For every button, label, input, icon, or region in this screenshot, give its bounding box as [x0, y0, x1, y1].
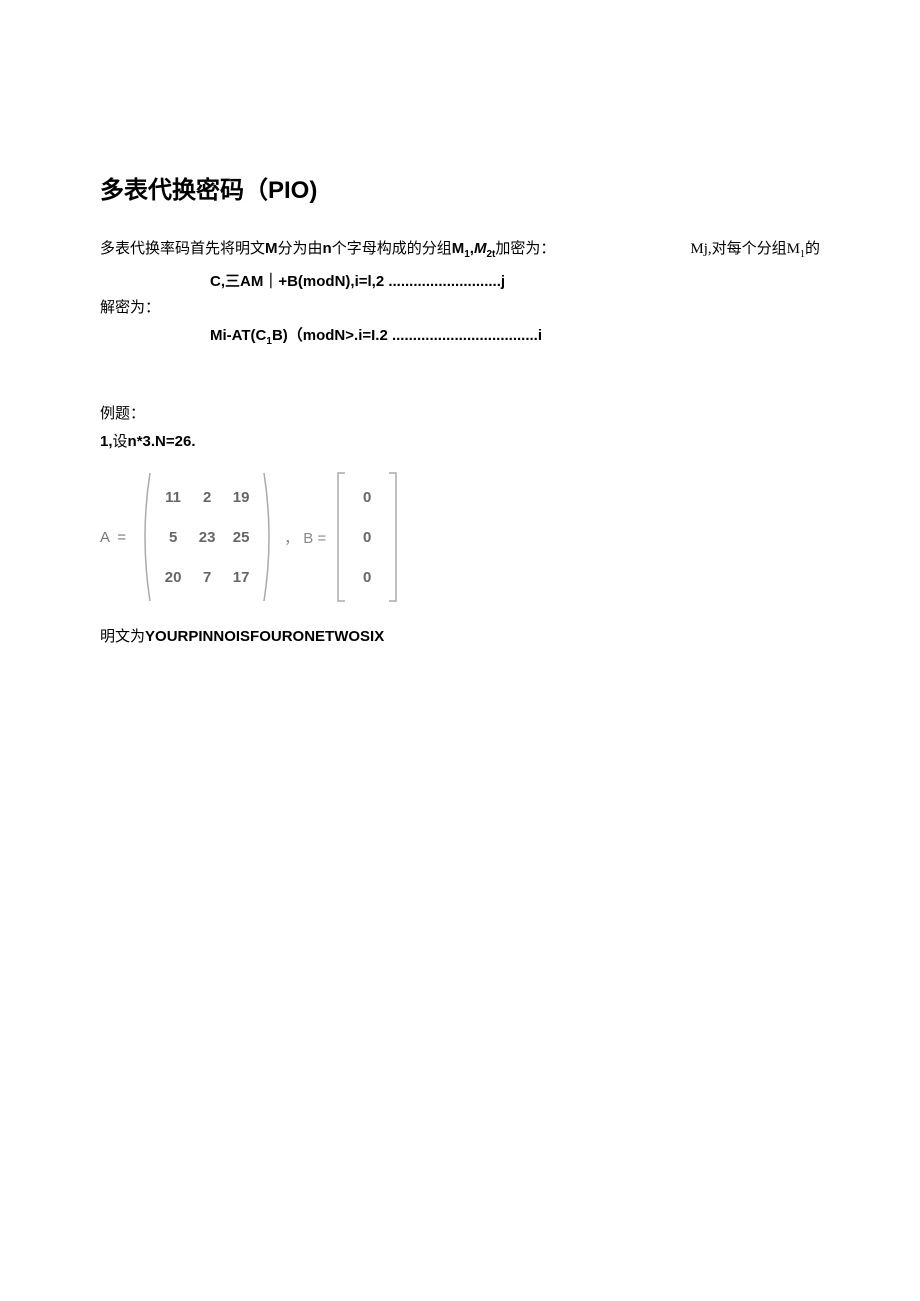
- plaintext-line: 明文为YOURPINNOISFOURONETWOSIX: [100, 623, 820, 651]
- cell: 0: [363, 529, 371, 546]
- matrix-A-cells: 11 2 19 5 23 25 20 7 17: [152, 471, 262, 603]
- cell: 0: [363, 569, 371, 586]
- cell: 20: [165, 569, 182, 586]
- right-paren-icon: [262, 471, 276, 603]
- cell: 0: [363, 489, 371, 506]
- matrix-A: 11 2 19 5 23 25 20 7 17: [138, 471, 276, 603]
- intro-right-Mj: Mj,: [690, 241, 711, 257]
- matrix-separator: ， B =: [276, 527, 334, 548]
- intro-text-1: 多表代换率码首先将明文: [100, 241, 265, 257]
- cell: 7: [203, 569, 211, 586]
- left-paren-icon: [138, 471, 152, 603]
- intro-right-M: M: [787, 241, 800, 257]
- intro-bold-M2: M: [474, 240, 487, 257]
- cell: 17: [233, 569, 250, 586]
- intro-left: 多表代换率码首先将明文M分为由n个字母构成的分组M1,M2t加密为：: [100, 235, 555, 264]
- intro-row: 多表代换率码首先将明文M分为由n个字母构成的分组M1,M2t加密为： Mj,对每…: [100, 235, 820, 268]
- example-params-pre: 1,: [100, 433, 113, 450]
- matrix-B: 0 0 0: [334, 471, 400, 603]
- example-label: 例题：: [100, 401, 820, 428]
- intro-text-4: 加密为：: [495, 241, 555, 257]
- cell: 19: [233, 489, 250, 506]
- intro-right: Mj,对每个分组M1的: [690, 237, 820, 260]
- decrypt-label: 解密为：: [100, 295, 820, 322]
- cell: 2: [203, 489, 211, 506]
- encryption-formula: C,三AM｜+B(modN),i=l,2 ...................…: [210, 268, 820, 295]
- matrix-row: A = 11 2 19 5 23 25 20 7 17 ， B =: [100, 471, 820, 603]
- intro-text-2: 分为由: [278, 241, 323, 257]
- example-params-mid: 设: [113, 434, 128, 450]
- left-bracket-icon: [334, 471, 348, 603]
- right-bracket-icon: [386, 471, 400, 603]
- cell: 11: [165, 489, 181, 506]
- matrix-B-cells: 0 0 0: [348, 471, 386, 603]
- intro-bold-M: M: [265, 240, 278, 257]
- decryption-formula: Mi-AT(C1B)（modN>.i=I.2 .................…: [210, 322, 820, 351]
- intro-right-text2: 的: [805, 241, 820, 257]
- page-title: 多表代换密码（PIO): [100, 170, 820, 205]
- intro-bold-M1: M: [452, 240, 465, 257]
- intro-bold-n: n: [323, 240, 332, 257]
- cell: 25: [233, 529, 250, 546]
- dec-formula-post: B)（modN>.i=I.2 .........................…: [272, 327, 542, 344]
- dec-formula-pre: Mi-AT(C: [210, 327, 266, 344]
- example-params: 1,设n*3.N=26.: [100, 428, 820, 456]
- intro-right-text1: 对每个分组: [712, 241, 787, 257]
- cell: 23: [199, 529, 216, 546]
- intro-text-3: 个字母构成的分组: [332, 241, 452, 257]
- cell: 5: [169, 529, 177, 546]
- plaintext-label: 明文为: [100, 629, 145, 645]
- matrix-A-label: A =: [100, 529, 138, 546]
- example-params-post: n*3.N=26.: [128, 433, 196, 450]
- plaintext-value: YOURPINNOISFOURONETWOSIX: [145, 628, 384, 645]
